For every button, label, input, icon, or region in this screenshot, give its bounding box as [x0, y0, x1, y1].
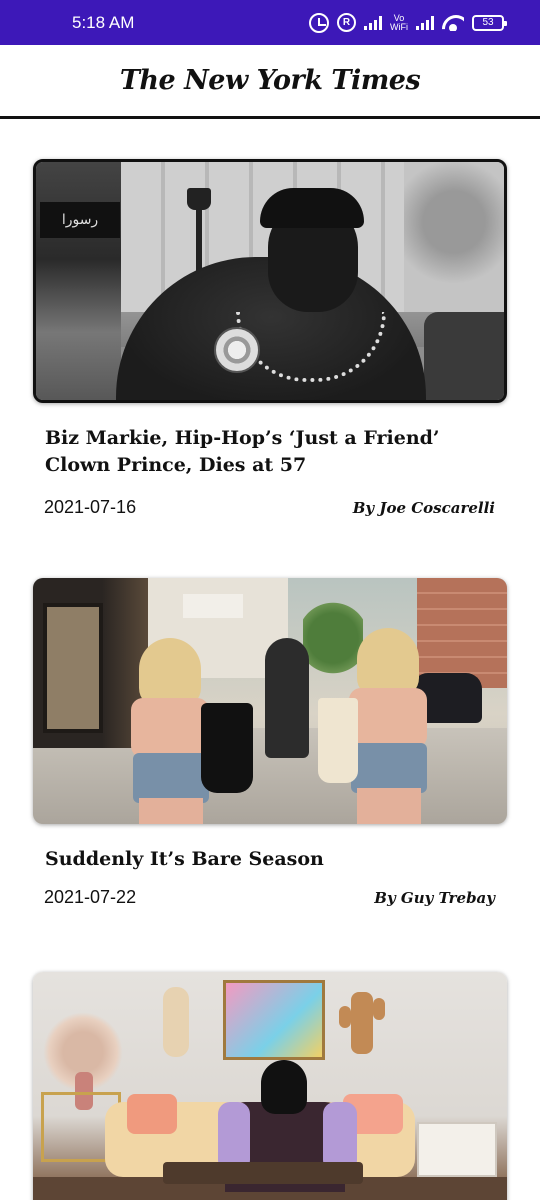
article-meta: 2021-07-16 By Joe Coscarelli: [33, 497, 507, 518]
r-circle-icon: R: [337, 13, 356, 32]
status-bar: 5:18 AM R Vo WiFi 53: [0, 0, 540, 45]
vowifi-icon: Vo WiFi: [390, 13, 408, 32]
article-byline: By Joe Coscarelli: [352, 498, 495, 517]
article-date: 2021-07-16: [44, 497, 137, 517]
wifi-icon: [442, 15, 464, 31]
article-image[interactable]: [33, 578, 507, 824]
article-byline: By Guy Trebay: [374, 888, 495, 907]
vowifi-bottom: WiFi: [390, 21, 408, 32]
masthead-logo: The New York Times: [119, 65, 421, 96]
article-image[interactable]: رسورا: [33, 159, 507, 403]
article-card[interactable]: [33, 972, 507, 1200]
article-card[interactable]: Suddenly It’s Bare Season 2021-07-22 By …: [33, 578, 507, 908]
article-date: 2021-07-22: [44, 887, 137, 907]
signal-icon: [416, 15, 434, 30]
status-icons: R Vo WiFi 53: [309, 12, 507, 33]
article-image[interactable]: [33, 972, 507, 1200]
article-meta: 2021-07-22 By Guy Trebay: [33, 887, 507, 908]
app-header: The New York Times: [0, 45, 540, 119]
article-headline[interactable]: Biz Markie, Hip-Hop’s ‘Just a Friend’ Cl…: [33, 425, 507, 479]
battery-icon: 53: [472, 14, 507, 31]
signal-icon: [364, 15, 382, 30]
alarm-icon: [309, 12, 329, 33]
article-headline[interactable]: Suddenly It’s Bare Season: [33, 846, 507, 873]
article-card[interactable]: رسورا Biz Markie, Hip-Hop’s ‘Just a Frie…: [33, 159, 507, 518]
status-time: 5:18 AM: [72, 12, 135, 32]
